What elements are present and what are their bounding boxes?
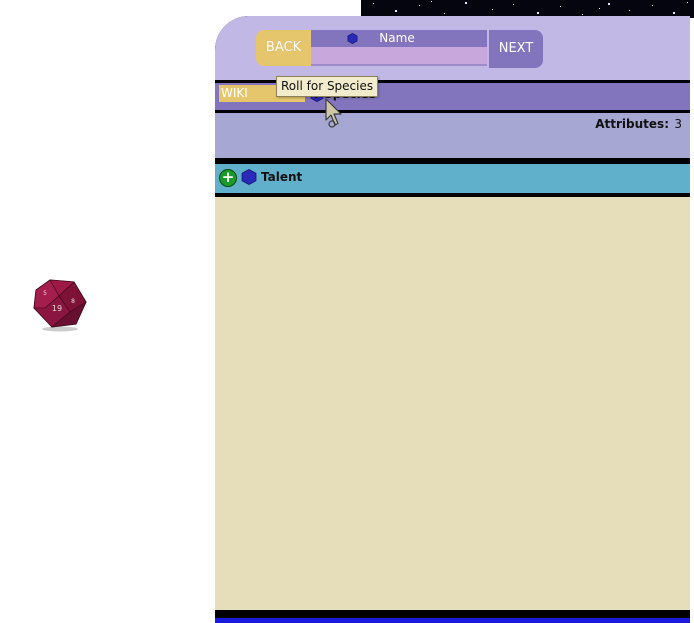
name-header: Name bbox=[311, 30, 487, 47]
bottom-bar bbox=[215, 618, 690, 623]
talent-label: Talent bbox=[261, 170, 303, 184]
header-bar: BACK Name NEXT bbox=[215, 16, 690, 80]
attributes-value: 3 bbox=[674, 117, 682, 131]
dice-face-value: 8 bbox=[71, 298, 75, 305]
d20-dice-icon[interactable]: 19 5 8 bbox=[30, 278, 88, 332]
character-builder-panel: BACK Name NEXT WIKI r Species Attributes… bbox=[215, 16, 690, 623]
name-label: Name bbox=[379, 31, 415, 45]
attributes-row: Attributes: 3 bbox=[215, 113, 690, 158]
content-area bbox=[215, 197, 690, 610]
back-button[interactable]: BACK bbox=[256, 30, 311, 66]
attributes-label: Attributes: bbox=[595, 117, 669, 131]
mouse-cursor-icon bbox=[325, 98, 342, 128]
talent-row: + Talent bbox=[215, 164, 690, 193]
dice-face-value: 5 bbox=[43, 290, 47, 297]
hexagon-icon bbox=[347, 33, 358, 44]
next-button[interactable]: NEXT bbox=[489, 30, 543, 68]
name-input[interactable] bbox=[311, 47, 487, 66]
add-talent-button[interactable]: + bbox=[219, 169, 237, 187]
hexagon-icon bbox=[241, 169, 257, 185]
tooltip: Roll for Species bbox=[276, 76, 379, 97]
dice-face-value: 19 bbox=[52, 304, 62, 313]
